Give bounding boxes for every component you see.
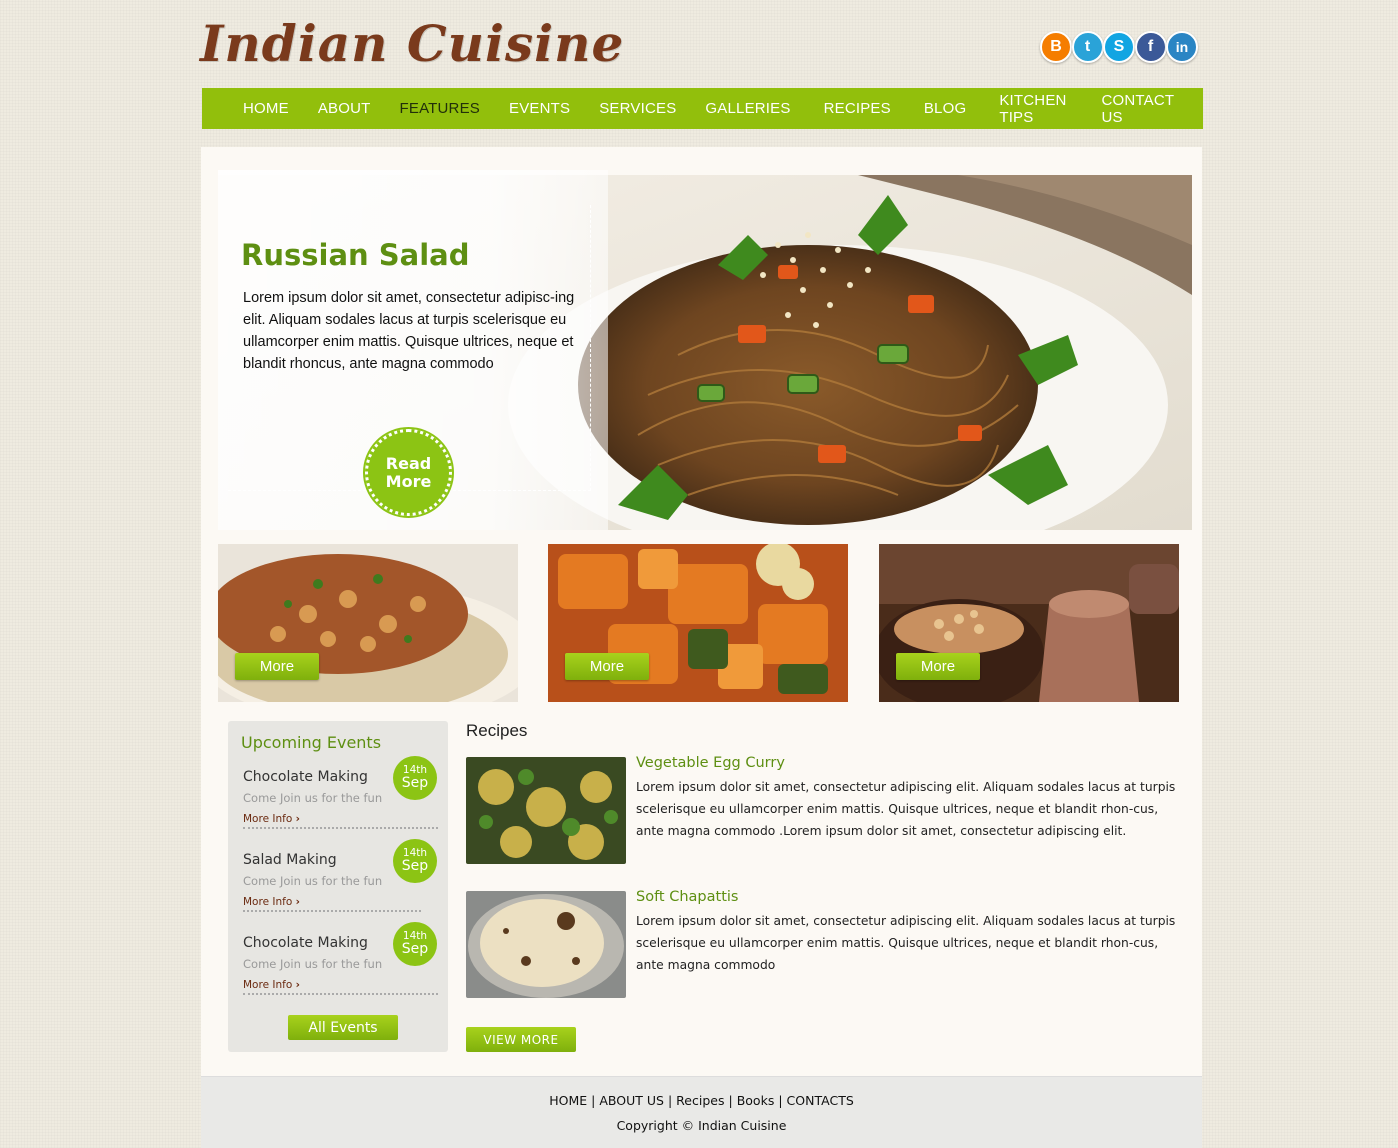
recipe-image-egg-curry[interactable] bbox=[466, 757, 626, 864]
nav-galleries[interactable]: GALLERIES bbox=[705, 100, 790, 117]
nav-about[interactable]: ABOUT bbox=[318, 100, 371, 117]
read-more-button[interactable]: Read More bbox=[363, 427, 454, 518]
event-subtitle: Come Join us for the fun bbox=[243, 874, 383, 888]
nav-home[interactable]: HOME bbox=[243, 100, 289, 117]
footer-links: HOME | ABOUT US | Recipes | Books | CONTACTS bbox=[549, 1093, 854, 1108]
all-events-button[interactable]: All Events bbox=[288, 1015, 398, 1040]
chevron-right-icon: › bbox=[295, 896, 300, 908]
event-name[interactable]: Salad Making bbox=[243, 852, 337, 868]
recipes-heading: Recipes bbox=[466, 721, 528, 740]
recipe-image-chapatti[interactable] bbox=[466, 891, 626, 998]
footer-link-recipes[interactable]: Recipes bbox=[676, 1093, 724, 1108]
nav-recipes[interactable]: RECIPES bbox=[824, 100, 891, 117]
nav-contact-us[interactable]: CONTACT US bbox=[1101, 92, 1174, 126]
thumb-more-button[interactable]: More bbox=[896, 653, 980, 680]
footer-link-contacts[interactable]: CONTACTS bbox=[787, 1093, 854, 1108]
event-item: Chocolate Making Come Join us for the fu… bbox=[243, 922, 440, 1015]
event-more-info-link[interactable]: More Info › bbox=[243, 813, 300, 825]
event-name[interactable]: Chocolate Making bbox=[243, 769, 368, 785]
event-item: Salad Making Come Join us for the fun Mo… bbox=[243, 839, 440, 932]
event-month: Sep bbox=[401, 941, 429, 957]
recipe-title[interactable]: Soft Chapattis bbox=[636, 889, 738, 905]
hero-title: Russian Salad bbox=[241, 238, 470, 272]
skype-icon[interactable]: S bbox=[1103, 31, 1135, 63]
divider bbox=[243, 910, 421, 912]
nav-features[interactable]: FEATURES bbox=[400, 100, 481, 117]
site-logo[interactable]: Indian Cuisine bbox=[200, 14, 624, 73]
view-more-button[interactable]: VIEW MORE bbox=[466, 1027, 576, 1052]
divider bbox=[243, 827, 438, 829]
read-more-label-line1: Read bbox=[385, 453, 432, 473]
chevron-right-icon: › bbox=[295, 979, 300, 991]
event-date-badge: 14th Sep bbox=[393, 922, 437, 966]
chevron-right-icon: › bbox=[295, 813, 300, 825]
event-month: Sep bbox=[401, 775, 429, 791]
hero-description: Lorem ipsum dolor sit amet, consectetur … bbox=[243, 290, 575, 372]
nav-services[interactable]: SERVICES bbox=[599, 100, 676, 117]
divider bbox=[243, 993, 438, 995]
recipe-description: Lorem ipsum dolor sit amet, consectetur … bbox=[636, 780, 1176, 838]
footer: HOME | ABOUT US | Recipes | Books | CONTACTS Cop… bbox=[201, 1076, 1202, 1148]
copyright: Copyright © Indian Cuisine bbox=[616, 1118, 787, 1133]
event-month: Sep bbox=[401, 858, 429, 874]
event-date-badge: 14th Sep bbox=[393, 839, 437, 883]
nav-blog[interactable]: BLOG bbox=[924, 100, 966, 117]
events-title: Upcoming Events bbox=[241, 733, 382, 752]
linkedin-icon[interactable]: in bbox=[1166, 31, 1198, 63]
twitter-icon[interactable]: t bbox=[1071, 31, 1104, 63]
recipe-title[interactable]: Vegetable Egg Curry bbox=[636, 755, 785, 771]
footer-link-books[interactable]: Books bbox=[737, 1093, 775, 1108]
thumb-more-button[interactable]: More bbox=[565, 653, 649, 680]
event-item: Chocolate Making Come Join us for the fu… bbox=[243, 756, 440, 849]
event-more-info-link[interactable]: More Info › bbox=[243, 979, 300, 991]
thumb-more-button[interactable]: More bbox=[235, 653, 319, 680]
read-more-label-line2: More bbox=[385, 471, 432, 491]
event-subtitle: Come Join us for the fun bbox=[243, 957, 383, 971]
social-links: B t S f in bbox=[1040, 31, 1198, 63]
event-date-badge: 14th Sep bbox=[393, 756, 437, 800]
upcoming-events-panel: Upcoming Events Chocolate Making Come Jo… bbox=[228, 721, 448, 1052]
event-name[interactable]: Chocolate Making bbox=[243, 935, 368, 951]
nav-events[interactable]: EVENTS bbox=[509, 100, 570, 117]
thumb-chickpea-curry: More bbox=[218, 544, 518, 702]
thumb-chocolates: More bbox=[879, 544, 1179, 702]
footer-link-about-us[interactable]: ABOUT US bbox=[599, 1093, 664, 1108]
blogger-icon[interactable]: B bbox=[1040, 31, 1072, 63]
thumb-pumpkin-curry: More bbox=[548, 544, 848, 702]
facebook-icon[interactable]: f bbox=[1134, 31, 1167, 63]
event-more-info-link[interactable]: More Info › bbox=[243, 896, 300, 908]
footer-link-home[interactable]: HOME bbox=[549, 1093, 587, 1108]
event-subtitle: Come Join us for the fun bbox=[243, 791, 383, 805]
main-nav: HOME ABOUT FEATURES EVENTS SERVICES GALL… bbox=[202, 88, 1203, 129]
recipe-description: Lorem ipsum dolor sit amet, consectetur … bbox=[636, 914, 1176, 972]
nav-kitchen-tips[interactable]: KITCHEN TIPS bbox=[999, 92, 1068, 126]
